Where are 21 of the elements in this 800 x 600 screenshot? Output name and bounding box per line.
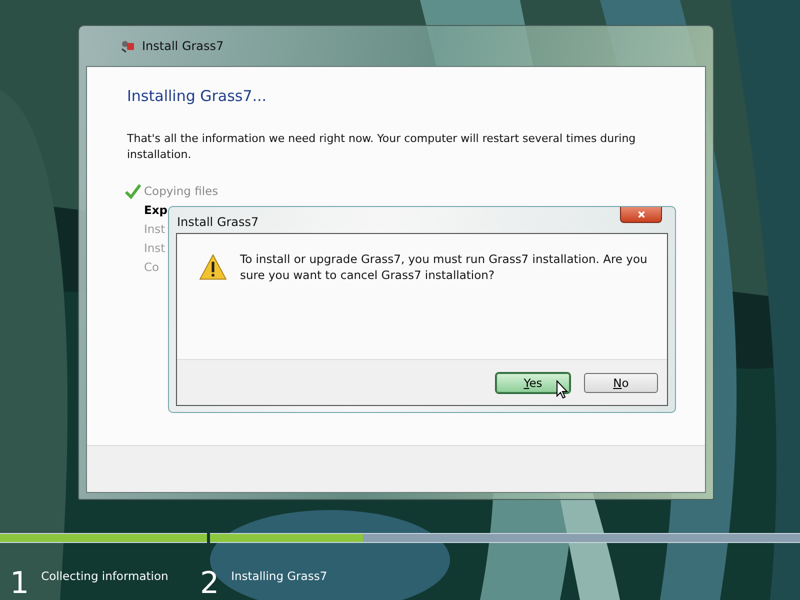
dialog-message: To install or upgrade Grass7, you must run Grass7 installation. Are you sure you want to cancel Grass7 installation? [240, 251, 648, 283]
step-label: Inst [144, 240, 166, 254]
info-text: That's all the information we need right now. Your computer will restart several times during installation. [127, 131, 637, 163]
step-number: 2 [200, 569, 220, 599]
dialog-button[interactable]: Yes [496, 372, 570, 392]
step-label: Inst [144, 222, 166, 236]
cursor-icon [556, 380, 568, 399]
window-title: Install Grass7 [142, 39, 224, 53]
step-label: Installing Grass7 [231, 569, 328, 583]
step-label: Exp [144, 202, 168, 216]
step-label: Collecting information [41, 569, 168, 583]
page-heading: Installing Grass7... [127, 87, 268, 105]
step-label: Co [144, 260, 160, 274]
dialog-title: Install Grass7 [176, 215, 259, 231]
step-number: 1 [10, 569, 30, 599]
step-label: Copying files [144, 184, 218, 198]
warning-icon [199, 254, 227, 280]
dialog-button[interactable]: No [584, 372, 658, 392]
close-button[interactable] [620, 207, 662, 223]
close-icon [636, 210, 646, 219]
installer-icon [120, 38, 136, 54]
